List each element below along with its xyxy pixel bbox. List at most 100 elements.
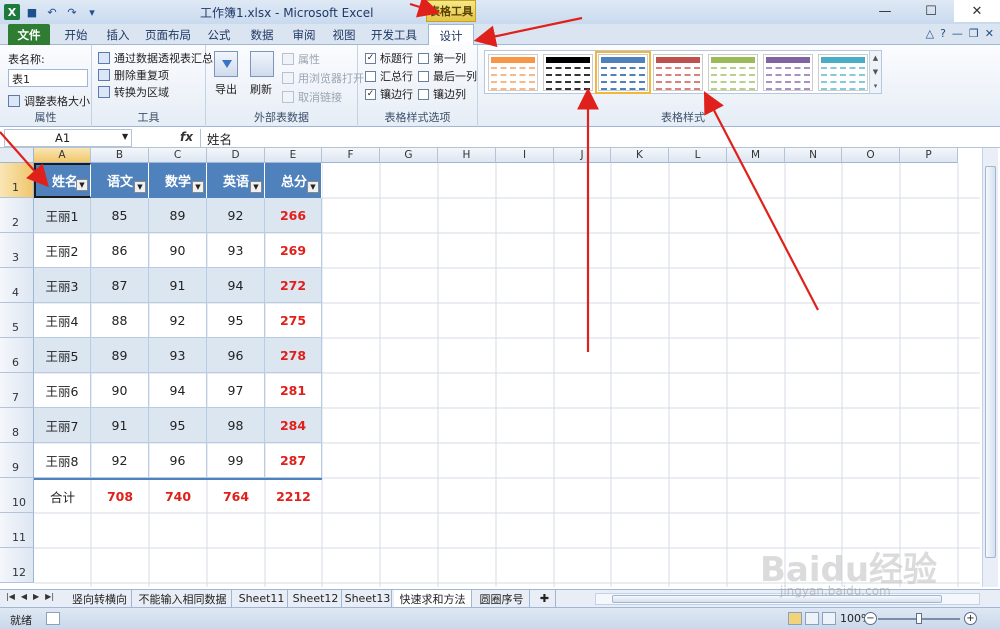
pivot-summary-button[interactable]: 通过数据透视表汇总 — [98, 50, 213, 66]
gallery-up-icon[interactable]: ▲ — [873, 54, 878, 62]
column-header-i[interactable]: I — [496, 148, 554, 163]
score-cell[interactable]: 96 — [149, 443, 207, 478]
export-button-label[interactable]: 导出 — [215, 81, 237, 97]
undo-icon[interactable]: ↶ — [44, 4, 60, 20]
score-cell[interactable]: 89 — [149, 198, 207, 233]
resize-table-button[interactable]: 调整表格大小 — [8, 93, 90, 109]
row-header-2[interactable]: 2 — [0, 198, 34, 233]
score-cell[interactable]: 95 — [149, 408, 207, 443]
ribbon-collapse-icon[interactable]: △ — [926, 27, 934, 40]
table-header-cell[interactable]: 总分 ▼ — [265, 163, 322, 198]
name-cell[interactable]: 王丽2 — [34, 233, 91, 268]
score-cell[interactable]: 98 — [207, 408, 265, 443]
zoom-slider-knob[interactable] — [916, 613, 922, 624]
vertical-scroll-thumb[interactable] — [985, 166, 996, 558]
column-header-j[interactable]: J — [554, 148, 611, 163]
name-box-dropdown-icon[interactable]: ▼ — [122, 132, 128, 141]
sheet-tab[interactable]: 不能输入相同数据 — [134, 590, 232, 607]
tab-insert[interactable]: 插入 — [98, 24, 138, 45]
zoom-in-icon[interactable]: + — [964, 612, 977, 625]
column-header-g[interactable]: G — [380, 148, 438, 163]
workbook-restore-icon[interactable]: ❐ — [969, 27, 979, 40]
filter-dropdown-icon[interactable]: ▼ — [250, 181, 262, 193]
score-cell[interactable]: 92 — [207, 198, 265, 233]
column-header-a[interactable]: A — [34, 148, 91, 163]
column-header-p[interactable]: P — [900, 148, 958, 163]
tab-data[interactable]: 数据 — [244, 24, 280, 45]
score-cell[interactable]: 96 — [207, 338, 265, 373]
tab-formulas[interactable]: 公式 — [200, 24, 238, 45]
column-header-e[interactable]: E — [265, 148, 322, 163]
tab-developer[interactable]: 开发工具 — [368, 24, 420, 45]
insert-function-icon[interactable]: fx — [180, 130, 193, 144]
score-cell[interactable]: 97 — [207, 373, 265, 408]
table-header-cell[interactable]: 姓名 ▼ — [34, 163, 91, 198]
sheet-tab[interactable]: 圆圈序号 — [474, 590, 530, 607]
zoom-slider[interactable] — [878, 613, 960, 624]
total-row-cell[interactable]: 2212 — [265, 478, 322, 513]
table-header-cell[interactable]: 数学 ▼ — [149, 163, 207, 198]
score-cell[interactable]: 85 — [91, 198, 149, 233]
gallery-scroll[interactable]: ▲ ▼ ▾ — [869, 51, 881, 93]
remove-duplicates-button[interactable]: 删除重复项 — [98, 67, 169, 83]
score-cell[interactable]: 93 — [207, 233, 265, 268]
select-all-corner[interactable] — [0, 148, 34, 163]
sheet-tab[interactable]: Sheet12 — [290, 590, 342, 607]
score-cell[interactable]: 86 — [91, 233, 149, 268]
score-cell[interactable]: 95 — [207, 303, 265, 338]
export-icon[interactable] — [214, 51, 238, 77]
score-cell[interactable]: 266 — [265, 198, 322, 233]
redo-icon[interactable]: ↷ — [64, 4, 80, 20]
row-header-11[interactable]: 11 — [0, 513, 34, 548]
last-column-checkbox[interactable]: 最后一列 — [418, 68, 477, 84]
first-column-checkbox[interactable]: 第一列 — [418, 50, 466, 66]
table-style-swatch[interactable] — [763, 54, 813, 91]
tab-page-layout[interactable]: 页面布局 — [140, 24, 196, 45]
workbook-close-icon[interactable]: ✕ — [985, 27, 994, 40]
page-break-view-icon[interactable] — [822, 612, 836, 625]
table-style-swatch[interactable] — [653, 54, 703, 91]
customize-qat-icon[interactable]: ▾ — [84, 4, 100, 20]
row-header-7[interactable]: 7 — [0, 373, 34, 408]
score-cell[interactable]: 91 — [149, 268, 207, 303]
row-header-6[interactable]: 6 — [0, 338, 34, 373]
column-header-o[interactable]: O — [842, 148, 900, 163]
name-cell[interactable]: 王丽5 — [34, 338, 91, 373]
score-cell[interactable]: 278 — [265, 338, 322, 373]
column-header-m[interactable]: M — [727, 148, 785, 163]
table-style-swatch[interactable] — [708, 54, 758, 91]
tab-view[interactable]: 视图 — [326, 24, 362, 45]
row-header-1[interactable]: 1 — [0, 163, 34, 198]
horizontal-scroll-thumb[interactable] — [612, 595, 942, 603]
name-cell[interactable]: 王丽4 — [34, 303, 91, 338]
convert-to-range-button[interactable]: 转换为区域 — [98, 84, 169, 100]
column-header-d[interactable]: D — [207, 148, 265, 163]
sheet-tab[interactable]: Sheet13 — [344, 590, 392, 607]
prev-sheet-icon[interactable]: ◀ — [21, 592, 27, 601]
row-header-9[interactable]: 9 — [0, 443, 34, 478]
total-row-checkbox[interactable]: 汇总行 — [365, 68, 413, 84]
open-in-browser-button[interactable]: 用浏览器打开 — [282, 70, 364, 86]
score-cell[interactable]: 99 — [207, 443, 265, 478]
score-cell[interactable]: 90 — [149, 233, 207, 268]
close-button[interactable]: ✕ — [954, 0, 1000, 22]
name-box[interactable]: A1 — [4, 129, 132, 147]
tab-review[interactable]: 审阅 — [286, 24, 322, 45]
table-style-swatch[interactable] — [595, 51, 651, 94]
row-header-10[interactable]: 10 — [0, 478, 34, 513]
name-cell[interactable]: 王丽7 — [34, 408, 91, 443]
banded-rows-checkbox[interactable]: ✓ 镶边行 — [365, 86, 413, 102]
next-sheet-icon[interactable]: ▶ — [33, 592, 39, 601]
column-header-l[interactable]: L — [669, 148, 727, 163]
gallery-down-icon[interactable]: ▼ — [873, 68, 878, 76]
table-style-swatch[interactable] — [488, 54, 538, 91]
score-cell[interactable]: 87 — [91, 268, 149, 303]
tab-file[interactable]: 文件 — [8, 24, 50, 45]
external-properties-button[interactable]: 属性 — [282, 51, 320, 67]
column-header-h[interactable]: H — [438, 148, 496, 163]
column-header-k[interactable]: K — [611, 148, 669, 163]
banded-columns-checkbox[interactable]: 镶边列 — [418, 86, 466, 102]
tab-home[interactable]: 开始 — [56, 24, 96, 45]
filter-dropdown-icon[interactable]: ▼ — [192, 181, 204, 193]
total-row-cell[interactable]: 合计 — [34, 478, 91, 513]
